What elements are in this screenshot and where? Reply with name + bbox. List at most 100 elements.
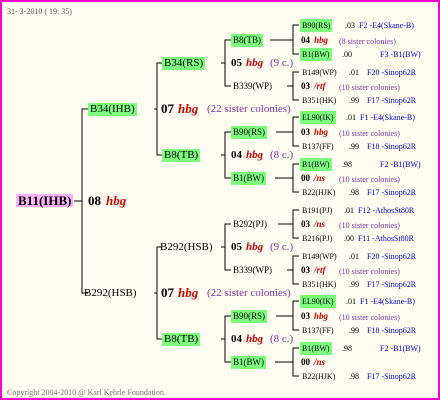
g2-year-1: 05 (231, 57, 242, 69)
g4-ref-7: F2 -B1(BW) (380, 160, 421, 169)
g4-ref-9: F12 -AthosSt80R (358, 206, 415, 215)
g3-year-2: 03 (301, 81, 310, 91)
g2-tag-1: hbg (246, 57, 264, 69)
g4-value-2: .00 (342, 50, 352, 59)
g1-tag-2: hbg (178, 285, 199, 300)
g4-colony-12[interactable]: B351(HK) (300, 278, 338, 291)
g4-ref-4: F17 -Sinop62R (367, 96, 417, 105)
copyright-footer: Copyright 2004-2010 @ Karl Kehrle Founda… (7, 388, 166, 397)
g3-year-6: 03 (301, 265, 310, 275)
g3-sisters-7: (10 sister colonies) (339, 313, 400, 322)
g4-ref-5: F1 -E4(Skane-B) (360, 113, 415, 122)
g3-sisters-4: (10 sister colonies) (339, 175, 400, 184)
g3-colony-5[interactable]: B292(PJ) (231, 218, 269, 231)
g4-value-8: .98 (349, 188, 359, 197)
g4-value-3: .01 (349, 68, 359, 77)
g4-colony-5[interactable]: EL90(IK) (300, 111, 336, 124)
g2-colony-1[interactable]: B34(RS) (162, 57, 206, 70)
g4-ref-3: F20 -Sinop62R (367, 68, 417, 77)
g3-sisters-6: (10 sister colonies) (339, 267, 400, 276)
g4-value-14: .99 (349, 326, 359, 335)
g4-ref-15: F2 -B1(BW) (380, 344, 421, 353)
g1-tag-1: hbg (178, 101, 199, 116)
g4-colony-15[interactable]: B1(BW) (300, 342, 332, 355)
g2-sisters-1: (9 c.) (270, 57, 294, 69)
g3-colony-4[interactable]: B1(BW) (231, 172, 266, 185)
g4-value-10: .00 (344, 234, 354, 243)
g2-tag-2: hbg (246, 149, 264, 161)
g4-value-5: .01 (346, 113, 356, 122)
g3-year-7: 03 (301, 311, 310, 321)
g3-colony-3[interactable]: B90(RS) (231, 126, 268, 139)
g4-colony-1[interactable]: B90(RS) (300, 19, 333, 32)
root-colony[interactable]: B11(IHB) (16, 194, 74, 207)
g4-colony-10[interactable]: B216(PJ) (300, 232, 334, 245)
g4-ref-11: F20 -Sinop62R (367, 252, 417, 261)
g4-colony-2[interactable]: B1(BW) (300, 48, 332, 61)
g3-colony-2[interactable]: B339(WP) (231, 80, 274, 93)
g2-year-3: 05 (231, 241, 242, 253)
g2-colony-3[interactable]: B292(HSB) (158, 241, 215, 254)
g4-value-11: .01 (349, 252, 359, 261)
g4-colony-11[interactable]: B149(WP) (300, 250, 339, 263)
g4-ref-14: F18 -Sinop62R (367, 326, 417, 335)
g4-colony-6[interactable]: B137(FF) (300, 140, 336, 153)
g4-colony-13[interactable]: EL90(IK) (300, 295, 336, 308)
g4-colony-3[interactable]: B149(WP) (300, 66, 339, 79)
g1-year-1: 07 (161, 101, 174, 116)
g4-value-16: .98 (349, 372, 359, 381)
g3-tag-6: /rtf (314, 265, 326, 275)
g2-sisters-4: (8 c.) (270, 333, 294, 345)
g4-ref-2: F3 -B1(BW) (380, 50, 421, 59)
g1-colony-1[interactable]: B34(IHB) (88, 103, 137, 116)
g3-tag-1: hbg (314, 35, 329, 45)
g4-colony-9[interactable]: B191(PJ) (300, 204, 334, 217)
g4-ref-12: F17 -Sinop62R (367, 280, 417, 289)
g4-value-4: .99 (349, 96, 359, 105)
g3-colony-7[interactable]: B90(RS) (231, 310, 268, 323)
g1-sisters-1: (22 sister colonies) (207, 103, 291, 115)
g4-colony-4[interactable]: B351(HK) (300, 94, 338, 107)
g4-ref-8: F17 -Sinop62R (367, 188, 417, 197)
g4-ref-1: F2 -E4(Skane-B) (359, 21, 414, 30)
g3-tag-5: /ns (314, 219, 326, 229)
g4-ref-13: F1 -E4(Skane-B) (360, 297, 415, 306)
g2-colony-2[interactable]: B8(TB) (162, 149, 201, 162)
g4-value-12: .99 (349, 280, 359, 289)
g3-year-1: 04 (301, 35, 310, 45)
g4-value-9: .01 (344, 206, 354, 215)
g4-value-6: .99 (349, 142, 359, 151)
g2-colony-4[interactable]: B8(TB) (162, 333, 201, 346)
g3-tag-2: /rtf (314, 81, 326, 91)
pedigree-frame: 31- 3-2010 ( 19: 35) B11(IHB) 08 hbg B34… (0, 0, 440, 400)
g3-tag-8: /ns (314, 357, 326, 367)
g3-colony-1[interactable]: B8(TB) (231, 34, 263, 47)
g4-value-15: .98 (342, 344, 352, 353)
g3-colony-6[interactable]: B339(WP) (231, 264, 274, 277)
root-tag: hbg (106, 193, 127, 208)
g4-colony-8[interactable]: B22(HJK) (300, 186, 337, 199)
g4-colony-16[interactable]: B22(HJK) (300, 370, 337, 383)
g3-sisters-3: (10 sister colonies) (339, 129, 400, 138)
g4-colony-7[interactable]: B1(BW) (300, 158, 332, 171)
g3-tag-3: hbg (314, 127, 329, 137)
g3-colony-8[interactable]: B1(BW) (231, 356, 266, 369)
g3-year-5: 03 (301, 219, 310, 229)
header-date: 31- 3-2010 ( 19: 35) (7, 7, 72, 16)
g3-year-8: 00 (301, 357, 310, 367)
g3-year-4: 00 (301, 173, 310, 183)
g2-tag-4: hbg (246, 333, 264, 345)
root-year: 08 (88, 193, 101, 208)
g2-year-4: 04 (231, 333, 242, 345)
g2-year-2: 04 (231, 149, 242, 161)
g2-tag-3: hbg (246, 241, 264, 253)
g4-colony-14[interactable]: B137(FF) (300, 324, 336, 337)
g4-value-1: .03 (345, 21, 355, 30)
g3-tag-7: hbg (314, 311, 329, 321)
g3-year-3: 03 (301, 127, 310, 137)
g4-ref-6: F18 -Sinop62R (367, 142, 417, 151)
g1-sisters-2: (22 sister colonies) (207, 287, 291, 299)
g1-year-2: 07 (161, 285, 174, 300)
g4-value-13: .01 (346, 297, 356, 306)
g1-colony-2[interactable]: B292(HSB) (82, 287, 139, 300)
